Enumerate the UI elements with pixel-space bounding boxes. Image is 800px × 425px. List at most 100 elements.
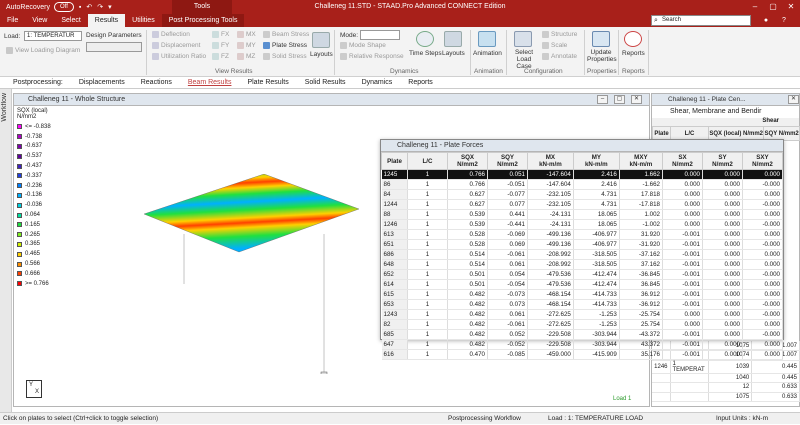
- table-row[interactable]: 648 1 0.514 0.061 -208.992 -318.505 37.162 -0.0…: [381, 259, 784, 270]
- autorecovery-toggle[interactable]: Off: [53, 2, 74, 12]
- col-header[interactable]: MXY kN-m/m: [618, 152, 663, 170]
- window-close-icon[interactable]: ✕: [631, 95, 642, 104]
- tab-displacements[interactable]: Displacements: [79, 79, 125, 86]
- save-icon[interactable]: ▪: [79, 4, 81, 11]
- help-icon[interactable]: ?: [775, 14, 793, 27]
- solid-stress-button[interactable]: Solid Stress: [263, 53, 307, 60]
- tab-results[interactable]: Results: [87, 14, 126, 27]
- workflow-panel[interactable]: Workflow: [0, 89, 12, 412]
- table-row[interactable]: 653 1 0.482 0.073 -468.154 -414.733 -36.912 -0.…: [381, 299, 784, 310]
- my-button[interactable]: MY: [237, 42, 256, 49]
- table-row[interactable]: 652 1 0.501 0.054 -479.536 -412.474 -36.845 -0.…: [381, 269, 784, 280]
- tab-select[interactable]: Select: [54, 14, 87, 27]
- table-row[interactable]: 1245 1 0.766 0.051 -147.604 2.416 1.662 0.000 0.…: [381, 169, 784, 180]
- window-restore-icon[interactable]: ▢: [614, 95, 625, 104]
- redo-icon[interactable]: ↷: [97, 3, 103, 11]
- tab-file[interactable]: File: [0, 14, 25, 27]
- table-row[interactable]: 1040 0.445: [652, 373, 800, 383]
- table-row[interactable]: 647 1 0.482 -0.052 -229.508 -303.944 43.372 -0.…: [381, 339, 784, 350]
- table-cell: 0.482: [447, 309, 488, 320]
- layouts-button-2[interactable]: Layouts: [442, 50, 465, 57]
- fz-button[interactable]: FZ: [212, 53, 229, 60]
- legend-item: 0.666: [17, 269, 51, 279]
- table-cell: -147.604: [527, 169, 574, 180]
- table-row[interactable]: 86 1 0.766 -0.051 -147.604 2.416 -1.662 0.000 0.…: [381, 179, 784, 190]
- table-row[interactable]: 615 1 0.482 -0.073 -468.154 -414.733 36.912 -0.…: [381, 289, 784, 300]
- table-row[interactable]: 685 1 0.482 0.052 -229.508 -303.944 -43.372 -0.…: [381, 329, 784, 340]
- close-icon[interactable]: ✕: [782, 0, 800, 14]
- table-cell: 1: [407, 329, 448, 340]
- col-header[interactable]: SX N/mm2: [661, 152, 703, 170]
- annotate-button[interactable]: Annotate: [542, 53, 577, 60]
- beam-stress-button[interactable]: Beam Stress: [263, 31, 309, 38]
- plate-contour-plot[interactable]: [134, 174, 374, 374]
- table-row[interactable]: 1244 1 0.627 0.077 -232.105 4.731 -17.818 0.000…: [381, 199, 784, 210]
- table-row[interactable]: 651 1 0.528 0.069 -499.136 -406.977 -31.920 -0.…: [381, 239, 784, 250]
- mode-shape-button[interactable]: Mode Shape: [340, 42, 386, 49]
- structure-button[interactable]: Structure: [542, 31, 577, 38]
- tab-view[interactable]: View: [25, 14, 54, 27]
- side-window-close-icon[interactable]: ✕: [788, 95, 799, 104]
- table-row[interactable]: 686 1 0.514 -0.061 -208.992 -318.505 -37.162 -0…: [381, 249, 784, 260]
- undo-icon[interactable]: ↶: [86, 3, 92, 11]
- user-icon[interactable]: ●: [757, 14, 775, 27]
- col-header[interactable]: Plate: [381, 152, 408, 170]
- layouts-button-1[interactable]: Layouts: [310, 51, 333, 58]
- col-header[interactable]: SY N/mm2: [701, 152, 743, 170]
- tab-beam-results[interactable]: Beam Results: [188, 79, 232, 86]
- plate-forces-window[interactable]: Challeneg 11 - Plate Forces Plate L/C SQX N…: [380, 139, 784, 360]
- fy-button[interactable]: FY: [212, 42, 229, 49]
- search-input[interactable]: Search: [651, 15, 751, 26]
- view-loading-diagram-button[interactable]: View Loading Diagram: [6, 47, 80, 54]
- displacement-button[interactable]: Displacement: [152, 42, 200, 49]
- col-header[interactable]: MY kN-m/m: [572, 152, 620, 170]
- maximize-icon[interactable]: ▢: [764, 0, 782, 14]
- plate-forces-table[interactable]: Plate L/C SQX N/mm2 SQY N/mm2 MX kN-m/m MY kN-m/m…: [381, 152, 784, 360]
- utilization-ratio-button[interactable]: Utilization Ratio: [152, 53, 206, 60]
- table-cell: -499.136: [527, 229, 574, 240]
- table-row[interactable]: 1075 0.633: [652, 392, 800, 402]
- minimize-icon[interactable]: –: [746, 0, 764, 14]
- animation-button[interactable]: Animation: [473, 50, 502, 57]
- quick-access-dropdown-icon[interactable]: ▾: [108, 3, 112, 11]
- relative-response-button[interactable]: Relative Response: [340, 53, 404, 60]
- mx-button[interactable]: MX: [237, 31, 256, 38]
- col-header[interactable]: MX kN-m/m: [526, 152, 574, 170]
- select-load-case-button[interactable]: Select Load Case: [512, 49, 536, 70]
- update-properties-button[interactable]: Update Properties: [587, 49, 617, 63]
- design-parameters-select[interactable]: [86, 42, 142, 52]
- tab-reports[interactable]: Reports: [408, 79, 433, 86]
- table-row[interactable]: 12 0.633: [652, 382, 800, 393]
- load-select[interactable]: 1: TEMPERATUR: [24, 31, 82, 41]
- window-minimize-icon[interactable]: –: [597, 95, 608, 104]
- col-header[interactable]: L/C: [407, 152, 448, 170]
- deflection-button[interactable]: Deflection: [152, 31, 190, 38]
- table-row[interactable]: 84 1 0.627 -0.077 -232.105 4.731 17.818 0.000 0.…: [381, 189, 784, 200]
- col-header[interactable]: SXY N/mm2: [741, 152, 784, 170]
- col-header[interactable]: SQX N/mm2: [447, 152, 488, 170]
- whole-structure-title: Challeneg 11 - Whole Structure: [28, 96, 126, 103]
- scale-button[interactable]: Scale: [542, 42, 567, 49]
- table-row[interactable]: 1246 1 0.539 -0.441 -24.131 18.065 -1.002 0.000…: [381, 219, 784, 230]
- fx-button[interactable]: FX: [212, 31, 229, 38]
- mz-button[interactable]: MZ: [237, 53, 255, 60]
- plate-stress-button[interactable]: Plate Stress: [263, 42, 307, 49]
- tab-solid-results[interactable]: Solid Results: [305, 79, 346, 86]
- table-row[interactable]: 613 1 0.528 -0.069 -499.136 -406.977 31.920 -0.…: [381, 229, 784, 240]
- table-row[interactable]: 1246 1 TEMPERAT 1039 0.445: [652, 360, 800, 374]
- tab-dynamics[interactable]: Dynamics: [362, 79, 393, 86]
- tab-reactions[interactable]: Reactions: [141, 79, 172, 86]
- col-header[interactable]: SQY N/mm2: [486, 152, 528, 170]
- table-row[interactable]: 616 1 0.470 -0.085 -459.000 -415.909 35.176 -0.…: [381, 349, 784, 360]
- table-row[interactable]: 614 1 0.501 -0.054 -479.536 -412.474 36.845 -0.…: [381, 279, 784, 290]
- time-steps-button[interactable]: Time Steps: [409, 50, 442, 57]
- reports-button[interactable]: Reports: [622, 50, 645, 57]
- mode-select[interactable]: [360, 30, 400, 40]
- table-row[interactable]: 88 1 0.539 0.441 -24.131 18.065 1.002 0.000 0.00…: [381, 209, 784, 220]
- table-row[interactable]: 1243 1 0.482 0.061 -272.625 -1.253 -25.754 0.00…: [381, 309, 784, 320]
- tab-plate-results[interactable]: Plate Results: [247, 79, 288, 86]
- tab-post-processing-tools[interactable]: Post Processing Tools: [161, 14, 245, 27]
- plate-surface[interactable]: [143, 174, 360, 253]
- table-row[interactable]: 82 1 0.482 -0.061 -272.625 -1.253 25.754 0.000 0…: [381, 319, 784, 330]
- tab-utilities[interactable]: Utilities: [125, 14, 162, 27]
